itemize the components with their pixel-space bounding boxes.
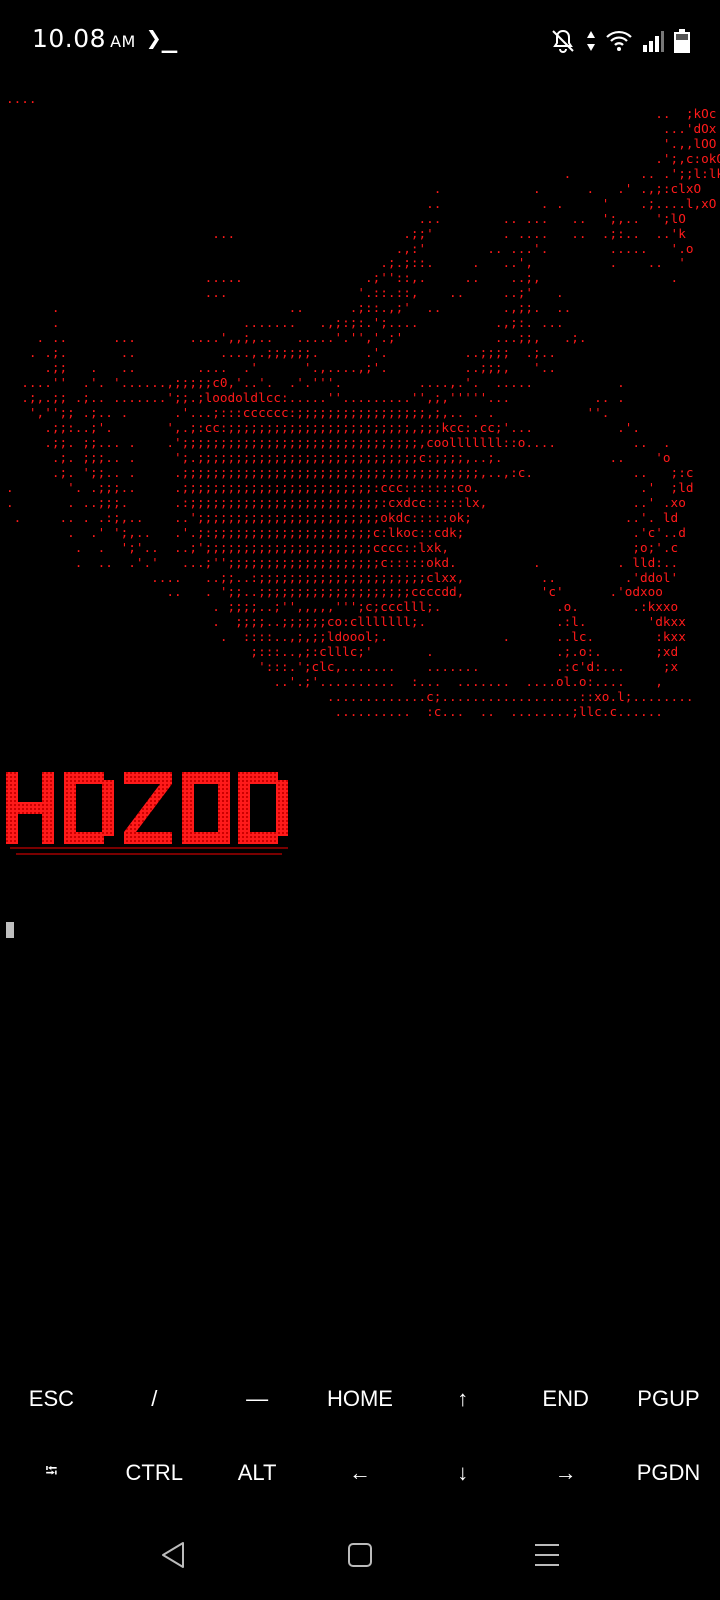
terminal-cursor: [6, 922, 14, 938]
up-arrow-key[interactable]: ↑: [411, 1362, 514, 1436]
status-time: 10.08 AM: [32, 24, 136, 53]
ascii-art: .... .. ;kOc ...'dOx '.,,lOO .';,c:okO .…: [6, 91, 720, 720]
right-arrow-key[interactable]: →: [514, 1436, 617, 1510]
battery-icon: [674, 29, 690, 53]
extra-keys-row-2: ⭾ CTRL ALT ← ↓ → PGDN: [0, 1436, 720, 1510]
extra-keys-bar: ESC / — HOME ↑ END PGUP ⭾ CTRL ALT ← ↓ →…: [0, 1362, 720, 1510]
back-icon: [162, 1542, 185, 1568]
extra-keys-row-1: ESC / — HOME ↑ END PGUP: [0, 1362, 720, 1436]
left-arrow-key[interactable]: ←: [309, 1436, 412, 1510]
home-key[interactable]: HOME: [309, 1362, 412, 1436]
tab-key[interactable]: ⭾: [0, 1436, 103, 1510]
data-arrows-icon: [587, 31, 595, 51]
signal-icon: [643, 31, 664, 52]
end-key[interactable]: END: [514, 1362, 617, 1436]
dash-key[interactable]: —: [206, 1362, 309, 1436]
down-arrow-key[interactable]: ↓: [411, 1436, 514, 1510]
status-time-value: 10.08: [32, 24, 107, 53]
wifi-icon: [606, 30, 632, 51]
notifications-off-icon: [552, 29, 574, 53]
terminal-output[interactable]: .... .. ;kOc ...'dOx '.,,lOO .';,c:okO .…: [0, 91, 720, 1342]
esc-key[interactable]: ESC: [0, 1362, 103, 1436]
status-icons: [550, 28, 690, 54]
pgdn-key[interactable]: PGDN: [617, 1436, 720, 1510]
alt-key[interactable]: ALT: [206, 1436, 309, 1510]
home-icon: [347, 1543, 372, 1567]
status-time-ampm: AM: [110, 32, 136, 51]
home-button[interactable]: [340, 1535, 380, 1575]
recents-icon: [534, 1544, 559, 1566]
pgup-key[interactable]: PGUP: [617, 1362, 720, 1436]
recents-button[interactable]: [527, 1535, 567, 1575]
status-bar: 10.08 AM ❯_: [0, 0, 720, 80]
terminal-prompt-icon: ❯_: [146, 24, 178, 54]
ctrl-key[interactable]: CTRL: [103, 1436, 206, 1510]
hdzod-banner: [6, 772, 288, 855]
slash-key[interactable]: /: [103, 1362, 206, 1436]
back-button[interactable]: [153, 1535, 193, 1575]
navigation-bar: [0, 1510, 720, 1600]
